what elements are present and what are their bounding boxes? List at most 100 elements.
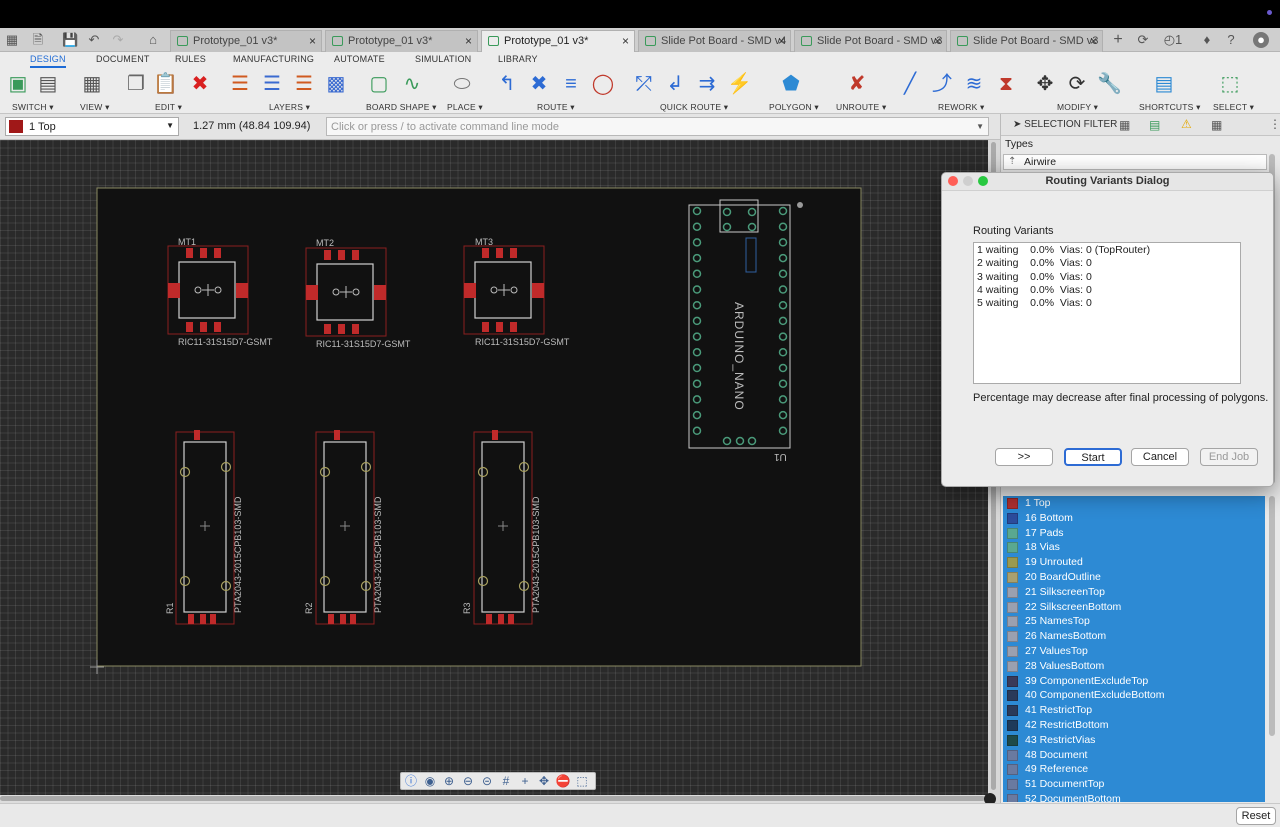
help-icon[interactable]: ? — [1223, 32, 1239, 48]
close-icon[interactable]: × — [309, 31, 316, 51]
command-line-input[interactable]: Click or press / to activate command lin… — [326, 117, 989, 136]
variant-row[interactable]: 3 waiting 0.0% Vias: 0 — [977, 271, 1092, 283]
layer-row[interactable]: 49 Reference — [1003, 762, 1265, 777]
layer-color-swatch[interactable] — [1007, 601, 1018, 613]
variant-row[interactable]: 4 waiting 0.0% Vias: 0 — [977, 284, 1092, 296]
rework-icon[interactable]: ╱ — [898, 72, 922, 96]
more-options-button[interactable]: >> — [995, 448, 1053, 466]
layer-row[interactable]: 27 ValuesTop — [1003, 644, 1265, 659]
avatar[interactable]: ● — [1253, 32, 1269, 48]
tab-library[interactable]: LIBRARY — [498, 54, 538, 64]
layer-color-swatch[interactable] — [1007, 764, 1018, 776]
close-icon[interactable]: × — [622, 31, 629, 51]
doc-tab-2[interactable]: Prototype_01 v3* × — [325, 30, 478, 52]
layer-color-swatch[interactable] — [1007, 705, 1018, 717]
layer-row[interactable]: 41 RestrictTop — [1003, 703, 1265, 718]
zoom-fit-icon[interactable]: ⊝ — [479, 774, 495, 789]
switch-schematic-icon[interactable]: ▣ — [6, 72, 30, 96]
select-area-icon[interactable]: ⬚ — [574, 774, 590, 789]
layer-row[interactable]: 52 DocumentBottom — [1003, 792, 1265, 802]
group-select[interactable]: SELECT ▾ — [1213, 102, 1254, 113]
layer-row[interactable]: 40 ComponentExcludeBottom — [1003, 688, 1265, 703]
add-panel-icon[interactable]: ▤ — [1149, 118, 1160, 132]
layer-color-swatch[interactable] — [1007, 794, 1018, 802]
undo-icon[interactable]: ↶ — [86, 32, 102, 48]
layer-color-swatch[interactable] — [1007, 646, 1018, 657]
layer-row[interactable]: 20 BoardOutline — [1003, 570, 1265, 585]
quick-route-all-icon[interactable]: ⇉ — [695, 72, 719, 96]
select-icon[interactable]: ⬚ — [1218, 72, 1242, 96]
tab-simulation[interactable]: SIMULATION — [415, 54, 471, 64]
move-icon[interactable]: ✥ — [1033, 72, 1057, 96]
delete-icon[interactable]: ✖ — [188, 72, 212, 96]
close-icon[interactable]: × — [1090, 31, 1097, 51]
layer-row[interactable]: 48 Document — [1003, 748, 1265, 763]
layer-color-swatch[interactable] — [1007, 616, 1018, 628]
layer-color-swatch[interactable] — [1007, 675, 1018, 687]
layer-list-scrollbar[interactable] — [1269, 496, 1275, 736]
close-icon[interactable]: × — [465, 31, 472, 51]
group-rework[interactable]: REWORK ▾ — [938, 102, 984, 113]
shortcuts-icon[interactable]: ▤ — [1152, 72, 1176, 96]
layer-color-swatch[interactable] — [1007, 720, 1018, 731]
variant-row[interactable]: 1 waiting 0.0% Vias: 0 (TopRouter) — [977, 244, 1150, 256]
layers-icon[interactable]: ☰ — [228, 72, 252, 96]
grid-toggle-icon[interactable]: # — [498, 774, 514, 789]
board-canvas[interactable]: MT1 MT2 MT3 RIC11-31S15D7-GSMT RIC11-31S… — [0, 140, 988, 795]
layer-color-swatch[interactable] — [1007, 690, 1018, 702]
close-icon[interactable]: × — [934, 31, 941, 51]
paste-icon[interactable]: 📋 — [153, 72, 178, 96]
layer-row[interactable]: 18 Vias — [1003, 540, 1265, 555]
group-edit[interactable]: EDIT ▾ — [155, 102, 182, 113]
copy-icon[interactable]: ❐ — [124, 72, 148, 96]
group-route[interactable]: ROUTE ▾ — [537, 102, 575, 113]
group-quick-route[interactable]: QUICK ROUTE ▾ — [660, 102, 728, 113]
more-icon[interactable]: ⋮ — [1269, 117, 1280, 131]
jobs-indicator[interactable]: ◴1 — [1160, 32, 1186, 48]
ripup-icon[interactable]: ⧗ — [994, 72, 1018, 96]
rotate-icon[interactable]: ⟳ — [1065, 72, 1089, 96]
layer-color-swatch[interactable] — [1007, 572, 1018, 583]
quick-route-airwire-icon[interactable]: ↲ — [663, 72, 687, 96]
tab-automate[interactable]: AUTOMATE — [334, 54, 385, 64]
group-modify[interactable]: MODIFY ▾ — [1057, 102, 1098, 113]
layer-row[interactable]: 19 Unrouted — [1003, 555, 1265, 570]
route-multi-icon[interactable]: ≡ — [559, 72, 583, 96]
layer-color-swatch[interactable] — [1007, 631, 1018, 643]
tab-manufacturing[interactable]: MANUFACTURING — [233, 54, 314, 64]
bend-icon[interactable]: ⤴ — [930, 72, 954, 96]
new-tab-icon[interactable]: + — [1110, 32, 1126, 48]
layer-color-swatch[interactable] — [1007, 779, 1018, 791]
doc-tab-6[interactable]: Slide Pot Board - SMD v3 × — [950, 30, 1103, 52]
group-place[interactable]: PLACE ▾ — [447, 102, 483, 113]
tab-document[interactable]: DOCUMENT — [96, 54, 150, 64]
polygon-icon[interactable]: ⬟ — [779, 72, 803, 96]
group-layers[interactable]: LAYERS ▾ — [269, 102, 310, 113]
tab-rules[interactable]: RULES — [175, 54, 206, 64]
doc-tab-4[interactable]: Slide Pot Board - SMD v4 × — [638, 30, 791, 52]
layer-select[interactable]: 1 Top ▼ — [5, 117, 179, 136]
grid-icon[interactable]: ▦ — [80, 72, 104, 96]
via-icon[interactable]: ◯ — [591, 72, 615, 96]
route-icon[interactable]: ↰ — [495, 72, 519, 96]
chevron-down-icon[interactable]: ▼ — [976, 122, 984, 131]
horizontal-scrollbar[interactable] — [0, 795, 988, 803]
board-shape-icon[interactable]: ▢ — [367, 72, 391, 96]
group-switch[interactable]: SWITCH ▾ — [12, 102, 54, 113]
group-shortcuts[interactable]: SHORTCUTS ▾ — [1139, 102, 1201, 113]
board-outline-icon[interactable]: ∿ — [400, 72, 424, 96]
cancel-button[interactable]: Cancel — [1131, 448, 1189, 466]
group-unroute[interactable]: UNROUTE ▾ — [836, 102, 886, 113]
group-board-shape[interactable]: BOARD SHAPE ▾ — [366, 102, 437, 113]
redo-icon[interactable]: ↷ — [110, 32, 126, 48]
layer-row[interactable]: 21 SilkscreenTop — [1003, 585, 1265, 600]
scroll-thumb[interactable] — [0, 796, 985, 801]
eye-icon[interactable]: ◉ — [422, 774, 438, 789]
layer-row[interactable]: 51 DocumentTop — [1003, 777, 1265, 792]
route-diff-icon[interactable]: ✖ — [527, 72, 551, 96]
apps-grid-icon[interactable]: ▦ — [4, 32, 20, 48]
group-polygon[interactable]: POLYGON ▾ — [769, 102, 819, 113]
stop-icon[interactable]: ⛔ — [555, 774, 571, 789]
end-job-button[interactable]: End Job — [1200, 448, 1258, 466]
info-icon[interactable]: ⓘ — [403, 774, 419, 789]
